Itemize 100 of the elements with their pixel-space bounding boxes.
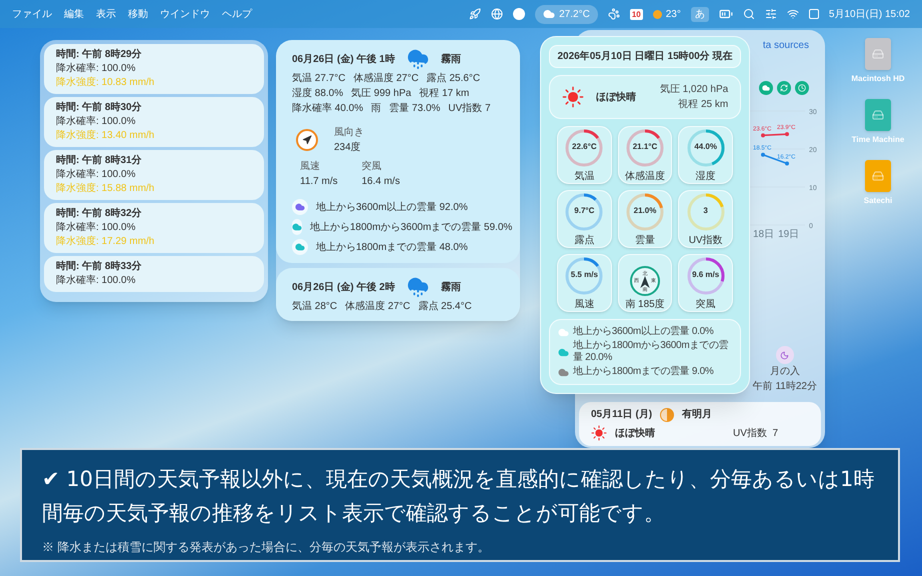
stat-label: 湿度 88.0% xyxy=(292,87,344,100)
temperature-line xyxy=(762,133,788,136)
calendar-status[interactable]: 10 xyxy=(630,8,643,20)
drive-glyph-icon xyxy=(872,170,884,182)
intensity-label: 降水強度: 15.88 mm/h xyxy=(56,182,156,196)
probability-label: 降水確率: 100.0% xyxy=(56,62,136,76)
menu-item[interactable]: 編集 xyxy=(64,6,84,22)
gauge-ring xyxy=(566,130,603,166)
forecast-status[interactable]: 23° xyxy=(652,6,681,22)
gauge-ring xyxy=(687,194,724,230)
gauge-label: 湿度 xyxy=(696,171,716,182)
gauge-ring xyxy=(687,130,724,166)
gauge-label: 南 185度 xyxy=(625,299,665,310)
gauge-value: 21.1°C xyxy=(632,142,658,151)
minute-card[interactable]: 時間: 午前 8時33分 降水確率: 100.0% xyxy=(44,256,264,292)
uv-label: UV指数 7 xyxy=(733,426,778,440)
condition-label: ほぼ快晴 xyxy=(615,426,656,440)
control-center-icon[interactable] xyxy=(808,9,819,19)
probability-label: 降水確率: 100.0% xyxy=(56,274,136,288)
drizzle-icon xyxy=(406,48,429,70)
compass-arrow-icon xyxy=(640,276,650,288)
refresh-icon xyxy=(780,84,788,92)
day-card[interactable]: 05月11日 (月) 有明月 ほぼ快晴 UV指数 7 xyxy=(579,402,821,446)
globe-icon[interactable] xyxy=(491,8,504,20)
data-sources-link[interactable]: ta sources xyxy=(762,38,819,53)
drive-label[interactable]: Macintosh HD xyxy=(851,73,905,85)
refresh-button[interactable] xyxy=(777,81,791,95)
clock[interactable]: 5月10日(日) 15:02 xyxy=(828,6,910,22)
paw-icon[interactable] xyxy=(608,8,620,20)
probability-label: 降水確率: 100.0% xyxy=(56,115,136,129)
wind-speed-label: 風速 xyxy=(300,160,321,174)
moon-phase-icon xyxy=(660,408,674,422)
gauge-label: 風速 xyxy=(574,299,594,310)
controls-icon[interactable] xyxy=(764,8,777,20)
moon-phase-label: 有明月 xyxy=(682,408,712,422)
menu-item[interactable]: 移動 xyxy=(128,6,148,22)
search-icon[interactable] xyxy=(742,8,755,20)
caption-note: ※ 降水または積雪に関する発表があった場合に、分毎の天気予報が表示されます。 xyxy=(42,539,490,556)
hour-heading: 06月26日 (金) 午後 1時 xyxy=(292,52,395,66)
stat-label: 雨 xyxy=(371,102,382,115)
stat-label: UV指数 7 xyxy=(448,102,491,115)
battery-icon[interactable] xyxy=(718,7,733,21)
moon-icon xyxy=(780,350,790,360)
gauge-ring xyxy=(626,130,664,166)
hourly-card[interactable]: 06月26日 (金) 午後 2時 霧雨 気温 28°C 体感温度 27°C 露点 25.4°C xyxy=(276,268,520,321)
condition-label: 霧雨 xyxy=(440,52,461,66)
gauge-ring xyxy=(687,258,724,294)
gust-value: 16.4 m/s xyxy=(362,175,400,189)
round-badge-icon[interactable] xyxy=(513,8,526,20)
cloud-cover-label: 地上から1800mから3600mまでの雲量 20.0% xyxy=(573,340,730,364)
gauge-ring xyxy=(626,194,664,230)
gauge-label: 露点 xyxy=(574,235,594,246)
menu-item[interactable]: ファイル xyxy=(12,6,52,22)
wind-direction-label: 風向き xyxy=(334,126,364,140)
weather-status[interactable]: 27.2°C xyxy=(535,4,598,24)
caption-text: ✔ 10日間の天気予報以外に、現在の天気概況を直感的に確認したり、分毎あるいは1時間毎の天気予報の推移をリスト表示で確認することが可能です。 xyxy=(42,466,876,527)
cloud-button[interactable] xyxy=(759,81,773,95)
gauge-label: 気温 xyxy=(574,171,594,182)
clock-icon xyxy=(798,84,806,92)
axis-label: 19日 xyxy=(778,229,800,240)
arrow-icon xyxy=(302,135,312,145)
minute-card[interactable]: 時間: 午前 8時32分 降水確率: 100.0% 降水強度: 17.29 mm/h xyxy=(44,203,264,253)
minute-card[interactable]: 時間: 午前 8時30分 降水確率: 100.0% 降水強度: 13.40 mm/h xyxy=(44,97,264,147)
hourly-card[interactable] xyxy=(276,40,520,263)
menu-item[interactable]: ヘルプ xyxy=(222,6,252,22)
cloud-cover-label: 地上から3600m以上の雲量 92.0% xyxy=(316,200,468,214)
data-point xyxy=(785,161,789,166)
gauge-value: 5.5 m/s xyxy=(570,270,598,279)
timestamp-label: 2026年05月10日 日曜日 15時00分 現在 xyxy=(549,45,741,68)
input-method[interactable]: あ xyxy=(690,6,709,22)
cloud-cover-label: 地上から1800mまでの雲量 9.0% xyxy=(573,366,714,378)
rocket-icon[interactable] xyxy=(469,8,482,20)
condition-label: ほぼ快晴 xyxy=(596,90,636,104)
stat-label: 降水確率 40.0% xyxy=(292,102,364,115)
gust-label: 突風 xyxy=(362,160,383,174)
visibility-label: 視程 25 km xyxy=(678,98,728,112)
gauge-value: 9.7°C xyxy=(574,206,594,215)
sun-icon xyxy=(562,86,584,108)
cloud-icon xyxy=(543,8,556,20)
drizzle-icon xyxy=(406,276,429,298)
menu-item[interactable]: ウインドウ xyxy=(160,6,210,22)
minute-card[interactable]: 時間: 午前 8時31分 降水確率: 100.0% 降水強度: 15.88 mm/h xyxy=(44,150,264,200)
cloud-cover-label: 地上から1800mから3600mまでの雲量 59.0% xyxy=(310,220,512,234)
stat-label: 体感温度 27°C xyxy=(353,72,419,85)
stat-label: 気圧 999 hPa xyxy=(351,87,412,100)
data-point xyxy=(761,152,765,157)
probability-label: 降水確率: 100.0% xyxy=(56,168,136,182)
clock-button[interactable] xyxy=(795,81,809,95)
stat-label: 視程 17 km xyxy=(419,87,470,100)
condition-label: 霧雨 xyxy=(440,280,461,294)
time-label: 時間: 午前 8時33分 xyxy=(56,260,143,274)
intensity-label: 降水強度: 17.29 mm/h xyxy=(56,235,156,249)
gauge-value: 9.6 m/s xyxy=(692,270,720,279)
gauge-ring xyxy=(566,194,603,230)
drive-icon[interactable] xyxy=(864,99,891,131)
menu-item[interactable]: 表示 xyxy=(96,6,116,22)
sun-icon xyxy=(591,425,607,441)
minute-card[interactable]: 時間: 午前 8時29分 降水確率: 100.0% 降水強度: 10.83 mm/h xyxy=(44,44,264,94)
stat-label: 雲量 73.0% xyxy=(389,102,440,115)
gauge-value: 44.0% xyxy=(694,142,717,151)
